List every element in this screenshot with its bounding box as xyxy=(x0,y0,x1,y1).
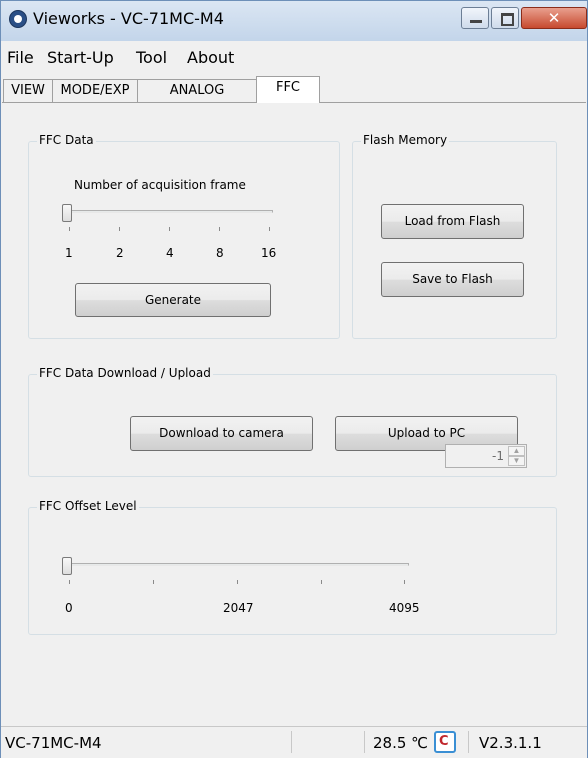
slider-tick xyxy=(153,580,154,584)
menu-file[interactable]: File xyxy=(7,48,34,67)
menu-about[interactable]: About xyxy=(187,48,234,67)
offset-tick-label: 2047 xyxy=(223,601,254,615)
ffc-offset-level-group: FFC Offset Level xyxy=(28,499,557,635)
app-window: Vieworks - VC-71MC-M4 ✕ File Start-Up To… xyxy=(0,0,588,758)
status-model: VC-71MC-M4 xyxy=(5,734,102,752)
minimize-button[interactable] xyxy=(461,7,489,29)
status-version: V2.3.1.1 xyxy=(479,734,542,752)
slider-tick xyxy=(169,227,170,231)
slider-tick xyxy=(69,227,70,231)
app-logo-icon[interactable] xyxy=(9,10,27,28)
frame-tick-label: 4 xyxy=(166,246,174,260)
spin-up-arrow-icon[interactable]: ▲ xyxy=(508,446,525,456)
ffc-data-group-label: FFC Data xyxy=(37,133,96,147)
tab-mode-exp[interactable]: MODE/EXP xyxy=(52,79,138,102)
tab-view[interactable]: VIEW xyxy=(3,79,53,102)
slider-tick xyxy=(69,580,70,584)
status-temperature: 28.5 ℃ xyxy=(373,734,429,752)
slider-tick xyxy=(237,580,238,584)
ffc-download-upload-group-label: FFC Data Download / Upload xyxy=(37,366,213,380)
frame-tick-label: 8 xyxy=(216,246,224,260)
acquisition-frame-slider-thumb[interactable] xyxy=(62,204,72,222)
acquisition-frame-slider-track[interactable] xyxy=(63,210,273,213)
offset-level-slider-track[interactable] xyxy=(63,563,409,566)
slider-tick xyxy=(219,227,220,231)
status-bar: VC-71MC-M4 28.5 ℃ C V2.3.1.1 xyxy=(1,726,587,758)
menu-tool[interactable]: Tool xyxy=(136,48,167,67)
status-divider xyxy=(291,731,292,753)
acquisition-frame-label: Number of acquisition frame xyxy=(74,178,246,192)
tab-analog[interactable]: ANALOG xyxy=(137,79,257,102)
offset-tick-label: 4095 xyxy=(389,601,420,615)
window-title: Vieworks - VC-71MC-M4 xyxy=(33,9,224,28)
maximize-button[interactable] xyxy=(491,7,519,29)
status-divider xyxy=(364,731,365,753)
spin-down-arrow-icon[interactable]: ▼ xyxy=(508,456,525,466)
slider-tick xyxy=(269,227,270,231)
title-bar[interactable]: Vieworks - VC-71MC-M4 ✕ xyxy=(1,1,587,41)
ffc-offset-level-group-label: FFC Offset Level xyxy=(37,499,139,513)
flash-memory-group: Flash Memory xyxy=(352,133,557,339)
load-from-flash-button[interactable]: Load from Flash xyxy=(381,204,524,239)
tab-ffc[interactable]: FFC xyxy=(256,76,320,103)
download-to-camera-button[interactable]: Download to camera xyxy=(130,416,313,451)
slider-tick xyxy=(404,580,405,584)
frame-tick-label: 1 xyxy=(65,246,73,260)
offset-level-spinbox[interactable]: -1 ▲ ▼ xyxy=(445,444,527,468)
menu-start-up[interactable]: Start-Up xyxy=(47,48,114,67)
frame-tick-label: 2 xyxy=(116,246,124,260)
flash-memory-group-label: Flash Memory xyxy=(361,133,450,147)
close-button[interactable]: ✕ xyxy=(521,7,587,29)
frame-tick-label: 16 xyxy=(261,246,277,260)
tab-strip: VIEW MODE/EXP ANALOG FFC xyxy=(1,76,587,103)
slider-tick xyxy=(321,580,322,584)
offset-level-value: -1 xyxy=(492,449,504,463)
generate-button[interactable]: Generate xyxy=(75,283,271,317)
status-divider xyxy=(468,731,469,753)
offset-level-slider-thumb[interactable] xyxy=(62,557,72,575)
save-to-flash-button[interactable]: Save to Flash xyxy=(381,262,524,297)
close-icon: ✕ xyxy=(547,9,561,27)
menu-bar: File Start-Up Tool About xyxy=(1,45,587,69)
offset-tick-label: 0 xyxy=(65,601,73,615)
slider-tick xyxy=(119,227,120,231)
thermometer-icon: C xyxy=(434,731,456,753)
